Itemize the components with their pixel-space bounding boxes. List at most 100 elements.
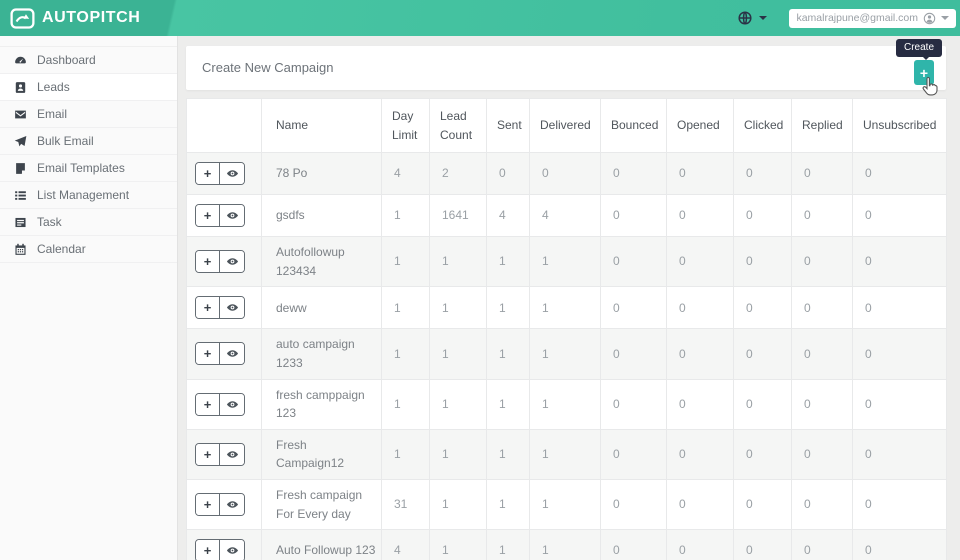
cell-sent: 1: [486, 236, 530, 288]
create-tooltip: Create: [895, 39, 942, 60]
add-followup-button[interactable]: +: [196, 343, 220, 365]
add-followup-button[interactable]: +: [196, 163, 220, 185]
cell-replied: 0: [791, 328, 853, 380]
cell-sent: 1: [486, 478, 530, 531]
col-delivered: Delivered: [529, 97, 601, 154]
col-actions: [186, 97, 262, 154]
view-campaign-button[interactable]: [220, 494, 244, 516]
add-followup-button[interactable]: +: [196, 205, 220, 227]
table-row: + 78 Po 4 2 0 0 0 0 0 0 0: [186, 152, 947, 196]
add-followup-button[interactable]: +: [196, 297, 220, 319]
view-campaign-button[interactable]: [220, 343, 244, 365]
cell-unsubscribed: 0: [852, 478, 947, 531]
cell-delivered: 1: [529, 478, 601, 531]
col-bounced: Bounced: [600, 97, 667, 154]
view-campaign-button[interactable]: [220, 540, 244, 560]
sidebar-item-list-management[interactable]: List Management: [0, 182, 177, 209]
cell-clicked: 0: [733, 194, 792, 238]
cell-lead-count: 1: [429, 378, 487, 430]
cell-bounced: 0: [600, 236, 667, 288]
sidebar-item-dashboard[interactable]: Dashboard: [0, 47, 177, 74]
campaign-name: Autofollowup 123434: [261, 236, 382, 288]
plus-icon: +: [203, 497, 212, 513]
col-clicked: Clicked: [733, 97, 792, 154]
cell-bounced: 0: [600, 478, 667, 531]
cell-day-limit: 1: [381, 328, 430, 380]
table-row: + gsdfs 1 1641 4 4 0 0 0 0 0: [186, 194, 947, 238]
campaign-name: 78 Po: [261, 152, 382, 196]
view-campaign-button[interactable]: [220, 205, 244, 227]
cell-clicked: 0: [733, 378, 792, 430]
eye-icon: [226, 347, 239, 360]
sidebar-item-email-templates[interactable]: Email Templates: [0, 155, 177, 182]
add-followup-button[interactable]: +: [196, 443, 220, 465]
view-campaign-button[interactable]: [220, 297, 244, 319]
add-followup-button[interactable]: +: [196, 540, 220, 560]
list-management-icon: [13, 189, 27, 202]
campaign-name: fresh camppaign 123: [261, 378, 382, 430]
cell-day-limit: 1: [381, 236, 430, 288]
row-actions: +: [195, 250, 245, 274]
view-campaign-button[interactable]: [220, 443, 244, 465]
plus-icon: +: [203, 166, 212, 182]
sidebar-item-email[interactable]: Email: [0, 101, 177, 128]
email-templates-icon: [13, 162, 27, 175]
cell-clicked: 0: [733, 236, 792, 288]
cell-unsubscribed: 0: [852, 529, 947, 560]
sidebar-item-task[interactable]: Task: [0, 209, 177, 236]
table-row: + Autofollowup 123434 1 1 1 1 0 0 0 0 0: [186, 236, 947, 288]
plus-icon: +: [203, 346, 212, 362]
cell-bounced: 0: [600, 529, 667, 560]
cell-bounced: 0: [600, 152, 667, 196]
cell-lead-count: 1: [429, 428, 487, 480]
campaign-name: auto campaign 1233: [261, 328, 382, 380]
cell-day-limit: 1: [381, 428, 430, 480]
cell-replied: 0: [791, 236, 853, 288]
add-followup-button[interactable]: +: [196, 393, 220, 415]
cell-bounced: 0: [600, 194, 667, 238]
user-menu-button[interactable]: kamalrajpune@gmail.com: [789, 8, 956, 28]
cell-sent: 0: [486, 152, 530, 196]
cell-delivered: 1: [529, 328, 601, 380]
cell-replied: 0: [791, 428, 853, 480]
add-followup-button[interactable]: +: [196, 494, 220, 516]
cell-opened: 0: [666, 378, 734, 430]
cell-delivered: 0: [529, 152, 601, 196]
panel-title: Create New Campaign: [202, 60, 334, 75]
cell-replied: 0: [791, 194, 853, 238]
table-row: + deww 1 1 1 1 0 0 0 0 0: [186, 286, 947, 330]
cell-day-limit: 1: [381, 194, 430, 238]
sidebar-item-label: Email: [37, 107, 68, 121]
cell-bounced: 0: [600, 428, 667, 480]
view-campaign-button[interactable]: [220, 393, 244, 415]
view-campaign-button[interactable]: [220, 251, 244, 273]
cell-unsubscribed: 0: [852, 428, 947, 480]
row-actions: +: [195, 342, 245, 366]
table-row: + auto campaign 1233 1 1 1 1 0 0 0 0 0: [186, 328, 947, 380]
add-followup-button[interactable]: +: [196, 251, 220, 273]
view-campaign-button[interactable]: [220, 163, 244, 185]
bulk-email-icon: [13, 135, 27, 148]
cell-opened: 0: [666, 529, 734, 560]
cell-lead-count: 1: [429, 529, 487, 560]
cell-opened: 0: [666, 428, 734, 480]
cell-day-limit: 31: [381, 478, 430, 531]
sidebar-item-leads[interactable]: Leads: [0, 74, 177, 101]
cell-clicked: 0: [733, 529, 792, 560]
row-actions: +: [195, 204, 245, 228]
col-sent: Sent: [486, 97, 530, 154]
cell-day-limit: 1: [381, 378, 430, 430]
eye-icon: [226, 255, 239, 268]
row-actions: +: [195, 162, 245, 186]
row-actions: +: [195, 392, 245, 416]
language-menu-button[interactable]: [737, 10, 768, 26]
cell-sent: 1: [486, 428, 530, 480]
cell-delivered: 1: [529, 286, 601, 330]
eye-icon: [226, 448, 239, 461]
sidebar-item-bulk-email[interactable]: Bulk Email: [0, 128, 177, 155]
campaign-name: Fresh campaign For Every day: [261, 478, 382, 531]
cell-sent: 1: [486, 286, 530, 330]
sidebar-item-calendar[interactable]: Calendar: [0, 236, 177, 263]
cell-lead-count: 1: [429, 286, 487, 330]
cell-clicked: 0: [733, 152, 792, 196]
